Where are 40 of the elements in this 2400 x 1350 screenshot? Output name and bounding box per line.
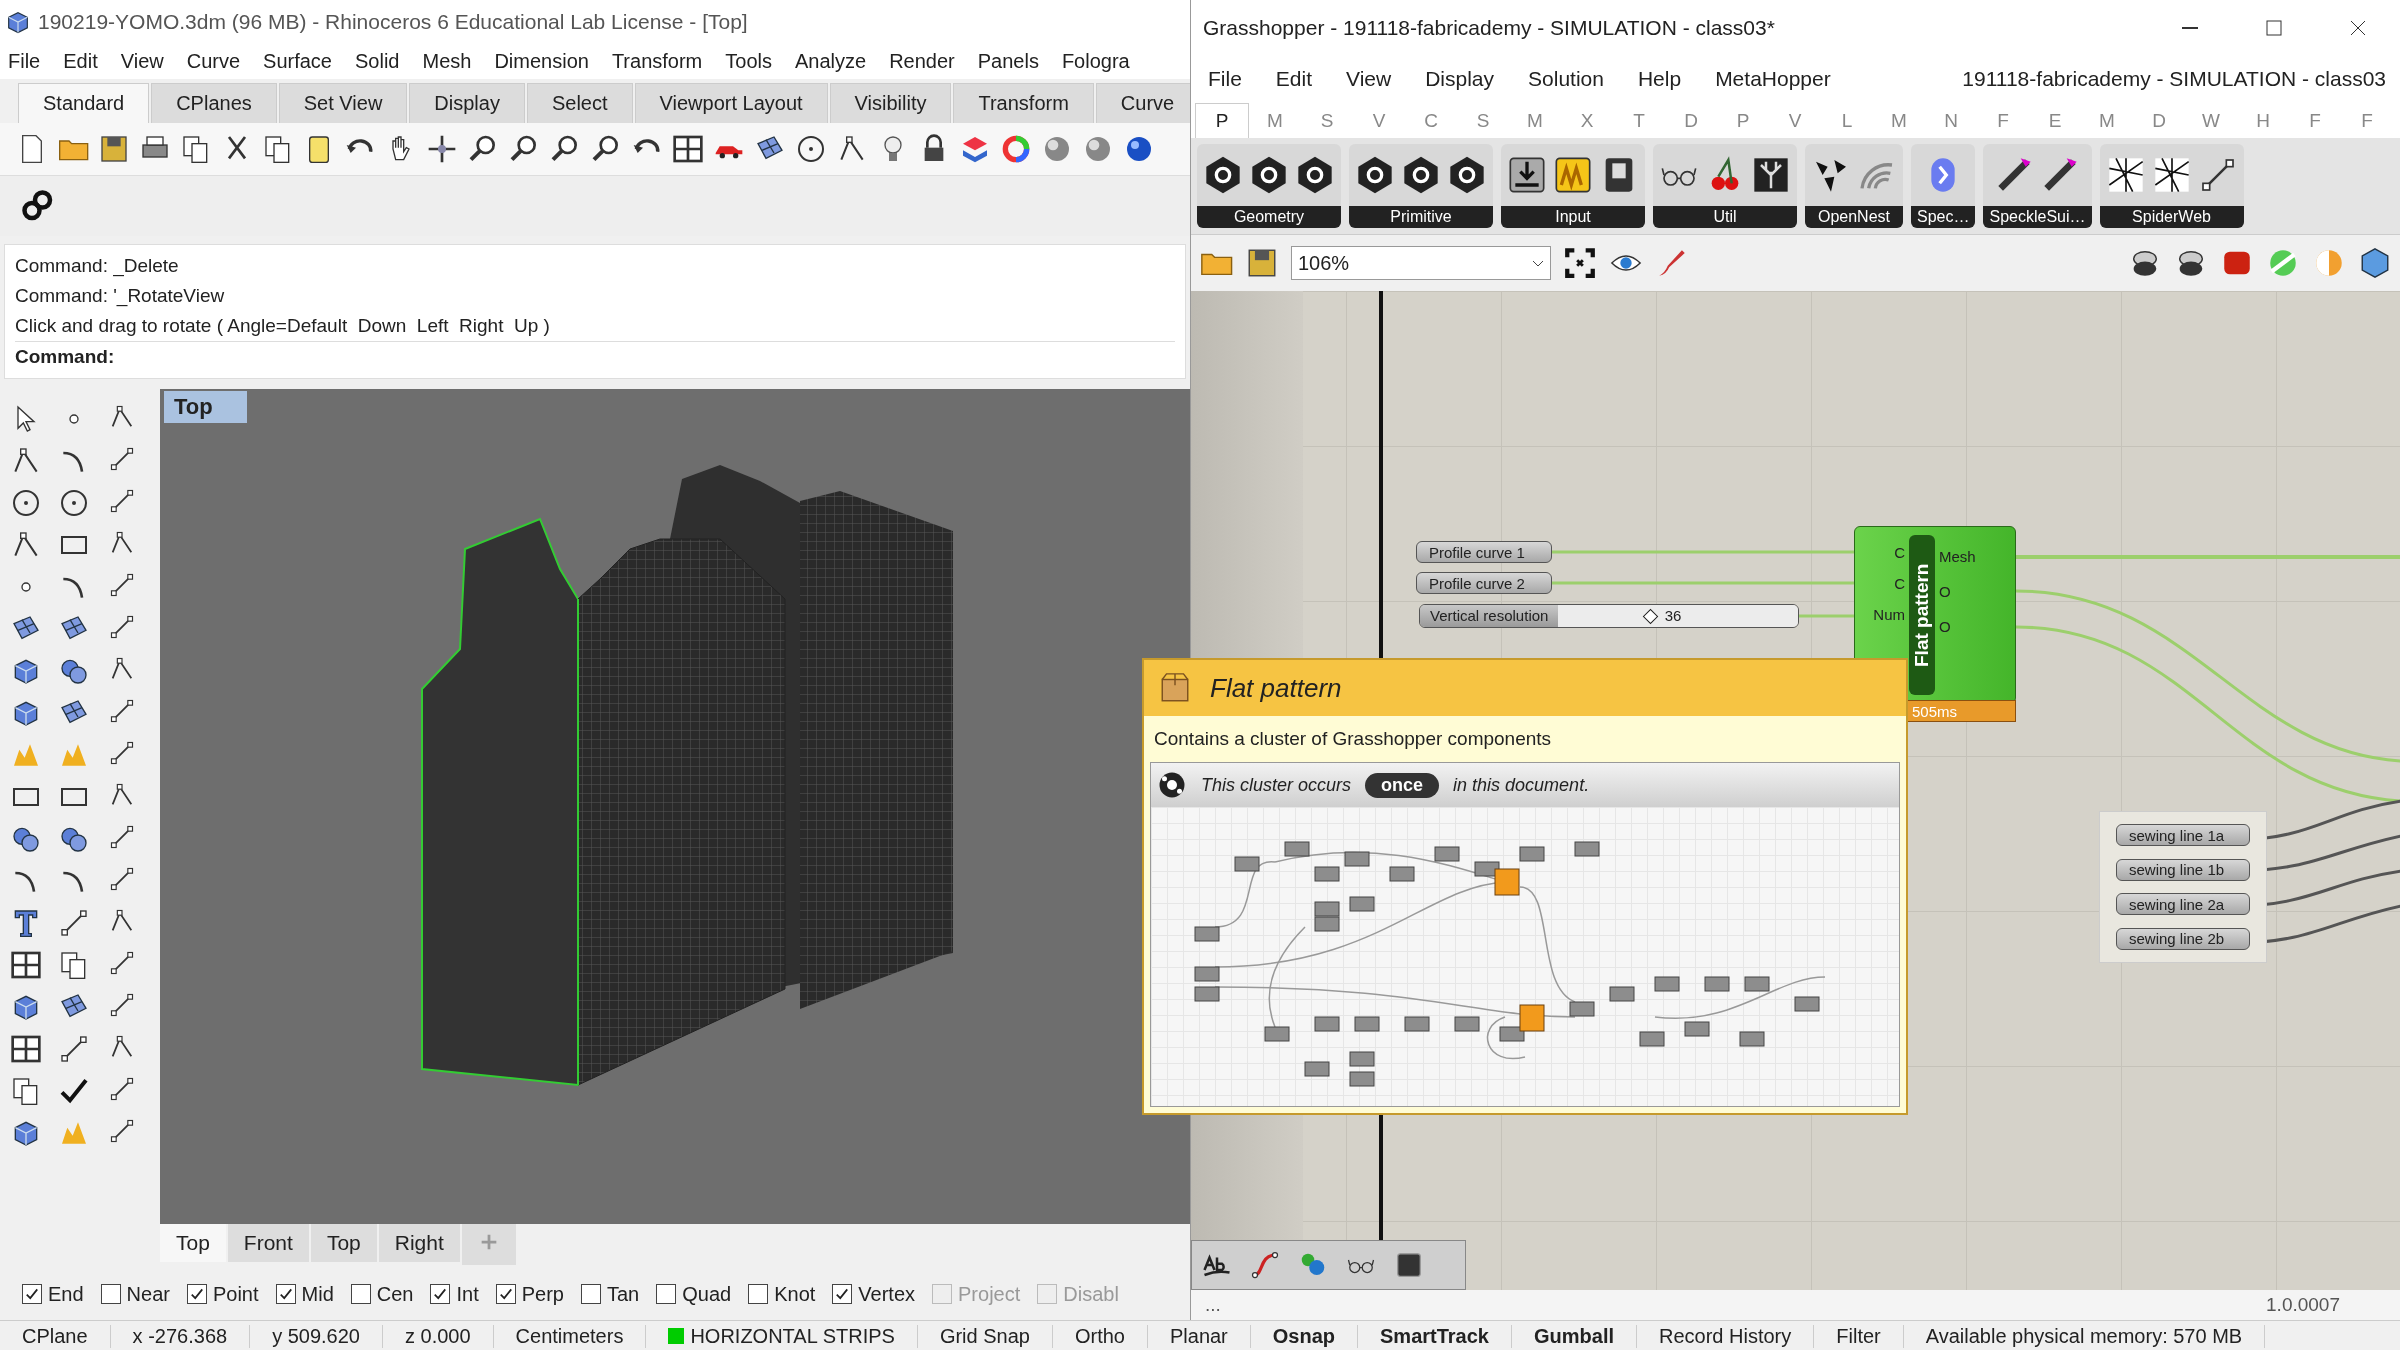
osnap-label: Int [456,1282,479,1306]
command-line: Command: '_RotateView [15,284,226,309]
osnap-label: Project [958,1282,1021,1306]
osnap-label: Point [212,1282,259,1306]
osnap-label: Perp [521,1282,564,1306]
command-line: Click and drag to rotate ( Angle=Default Down Left Right Up ) [15,314,551,338]
status-text: ... [1205,1294,1221,1316]
status-text: Centimeters [493,1324,647,1348]
osnap-label: Tan [607,1282,640,1306]
output-label: O [1939,617,1952,636]
version-label: 1.0.0007 [2266,1294,2340,1316]
status-text: Available physical memory: 570 MB [1903,1324,2266,1348]
slider-label: Vertical resolution [1420,605,1559,627]
input-label: C [1894,574,1905,593]
status-text: z 0.000 [383,1324,494,1348]
osnap-label: Quad [682,1282,732,1306]
status-text: y 509.620 [250,1324,383,1348]
status-text: CPlane [0,1324,111,1348]
osnap-label: Mid [301,1282,334,1306]
osnap-label: Knot [774,1282,816,1306]
tooltip-title: Flat pattern [1210,672,1342,704]
osnap-label: Near [126,1282,170,1306]
component-name: Flat pattern [1909,535,1935,695]
osnap-label: Cen [376,1282,414,1306]
document-name: 191118-fabricademy - SIMULATION - class03 [1962,67,2387,91]
osnap-label: Vertex [858,1282,916,1306]
occurrence-text: in this document. [1453,774,1590,796]
osnap-label: End [48,1282,84,1306]
command-line: Command: _Delete [15,254,180,279]
status-text: x -276.368 [110,1324,251,1348]
output-label: Mesh [1939,547,1976,566]
input-label: C [1894,543,1905,562]
osnap-label: Disabl [1063,1282,1119,1306]
occurrence-text: This cluster occurs [1201,774,1352,796]
input-label: Num [1873,605,1905,624]
title-text: 190219-YOMO.3dm (96 MB) - Rhinoceros 6 Educational Lab License - [Top] [38,10,748,34]
slider-value: 36 [1664,607,1682,624]
window-title: Grasshopper - 191118-fabricademy - SIMULATION - class03* [1203,16,1775,40]
count-badge: once [1365,772,1440,798]
output-label: O [1939,582,1952,601]
